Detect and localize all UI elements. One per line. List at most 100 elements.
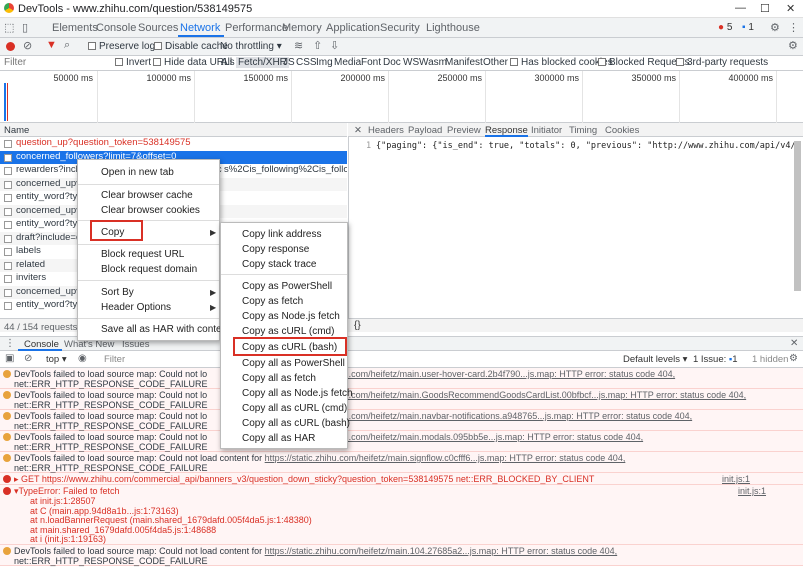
menu-copy-node-fetch[interactable]: Copy as Node.js fetch bbox=[242, 311, 340, 322]
pretty-print-button[interactable]: {} bbox=[354, 320, 361, 331]
menu-copy-all-powershell[interactable]: Copy all as PowerShell bbox=[242, 358, 345, 369]
tab-elements[interactable]: Elements bbox=[52, 22, 98, 34]
filter-icon[interactable]: ▼ bbox=[46, 39, 57, 51]
tab-lighthouse[interactable]: Lighthouse bbox=[426, 22, 480, 34]
tab-application[interactable]: Application bbox=[326, 22, 380, 34]
menu-header-options[interactable]: Header Options bbox=[101, 302, 171, 313]
wifi-icon[interactable]: ≋ bbox=[294, 39, 303, 52]
third-party-checkbox[interactable]: 3rd-party requests bbox=[676, 57, 768, 68]
more-options-icon[interactable]: ⋮ bbox=[788, 21, 799, 34]
tab-preview[interactable]: Preview bbox=[447, 125, 481, 136]
menu-copy-all-fetch[interactable]: Copy all as fetch bbox=[242, 373, 316, 384]
type-font[interactable]: Font bbox=[361, 57, 381, 68]
close-drawer-icon[interactable]: ✕ bbox=[790, 338, 798, 349]
menu-copy-fetch[interactable]: Copy as fetch bbox=[242, 296, 303, 307]
details-scrollbar[interactable] bbox=[794, 141, 801, 291]
context-select[interactable]: top ▾ bbox=[46, 354, 67, 365]
menu-copy-all-curl-cmd[interactable]: Copy all as cURL (cmd) bbox=[242, 403, 347, 414]
type-img[interactable]: Img bbox=[316, 57, 333, 68]
source-link[interactable]: init.js:1 bbox=[722, 474, 750, 484]
tab-response[interactable]: Response bbox=[485, 125, 528, 137]
tab-security[interactable]: Security bbox=[380, 22, 420, 34]
tab-memory[interactable]: Memory bbox=[282, 22, 322, 34]
eye-icon[interactable]: ◉ bbox=[78, 353, 87, 364]
type-fetch-xhr[interactable]: Fetch/XHR bbox=[236, 57, 289, 68]
menu-block-url[interactable]: Block request URL bbox=[101, 249, 184, 260]
source-link[interactable]: https://static.zhihu.com/heifetz/main.si… bbox=[265, 453, 626, 463]
type-doc[interactable]: Doc bbox=[383, 57, 401, 68]
stack-frame[interactable]: at C (main.app.94d8a1b...js:1:73163) bbox=[30, 506, 179, 516]
tab-performance[interactable]: Performance bbox=[225, 22, 288, 34]
response-body[interactable]: {"paging": {"is_end": true, "totals": 0,… bbox=[376, 141, 794, 151]
log-levels-select[interactable]: Default levels ▾ bbox=[623, 354, 687, 365]
menu-copy-curl-cmd[interactable]: Copy as cURL (cmd) bbox=[242, 326, 334, 337]
menu-open-new-tab[interactable]: Open in new tab bbox=[101, 167, 174, 178]
tab-timing[interactable]: Timing bbox=[569, 125, 597, 136]
gear-icon[interactable]: ⚙ bbox=[770, 21, 780, 34]
menu-copy-all-curl-bash[interactable]: Copy all as cURL (bash) bbox=[242, 418, 350, 429]
type-js[interactable]: JS bbox=[283, 57, 295, 68]
disable-cache-checkbox[interactable]: Disable cache bbox=[154, 41, 228, 52]
close-window-button[interactable]: ✕ bbox=[786, 2, 795, 15]
menu-clear-cookies[interactable]: Clear browser cookies bbox=[101, 205, 200, 216]
type-css[interactable]: CSS bbox=[296, 57, 317, 68]
tab-initiator[interactable]: Initiator bbox=[531, 125, 562, 136]
type-other[interactable]: Other bbox=[483, 57, 508, 68]
request-row[interactable]: question_up?question_token=538149575 bbox=[0, 137, 347, 151]
menu-block-domain[interactable]: Block request domain bbox=[101, 264, 197, 275]
source-link[interactable]: zhihu.com/heifetz/main.GoodsRecommendGoo… bbox=[327, 390, 746, 400]
tab-headers[interactable]: Headers bbox=[368, 125, 404, 136]
record-icon[interactable] bbox=[6, 42, 15, 51]
stack-frame[interactable]: at init.js:1:28507 bbox=[30, 496, 96, 506]
invert-checkbox[interactable]: Invert bbox=[115, 57, 151, 68]
clear-icon[interactable]: ⊘ bbox=[23, 39, 32, 52]
clear-console-icon[interactable]: ⊘ bbox=[24, 353, 32, 364]
upload-icon[interactable]: ⇧ bbox=[313, 39, 322, 52]
maximize-button[interactable]: ☐ bbox=[760, 2, 770, 15]
inspect-icon[interactable]: ⬚ bbox=[4, 21, 14, 34]
type-wasm[interactable]: Wasm bbox=[419, 57, 447, 68]
source-link[interactable]: https://static.zhihu.com/heifetz/main.10… bbox=[265, 546, 618, 556]
request-list-header[interactable]: Name bbox=[0, 123, 347, 137]
source-link[interactable]: init.js:1 bbox=[738, 486, 766, 496]
type-manifest[interactable]: Manifest bbox=[445, 57, 483, 68]
close-details-icon[interactable]: ✕ bbox=[354, 125, 362, 136]
throttle-select[interactable]: No throttling ▾ bbox=[220, 41, 282, 52]
type-all[interactable]: All bbox=[221, 57, 232, 68]
console-filter-input[interactable]: Filter bbox=[104, 354, 125, 365]
stack-frame[interactable]: at n.loadBannerRequest (main.shared_1679… bbox=[30, 515, 312, 525]
tab-console[interactable]: Console bbox=[96, 22, 136, 34]
search-icon[interactable]: ⌕ bbox=[64, 39, 70, 52]
tab-payload[interactable]: Payload bbox=[408, 125, 442, 136]
menu-clear-cache[interactable]: Clear browser cache bbox=[101, 190, 193, 201]
tab-cookies[interactable]: Cookies bbox=[605, 125, 639, 136]
stack-frame[interactable]: at i (init.js:1:19163) bbox=[30, 534, 106, 544]
menu-sort-by[interactable]: Sort By bbox=[101, 287, 134, 298]
source-link[interactable]: zhihu.com/heifetz/main.navbar-notificati… bbox=[327, 411, 692, 421]
issues-counter[interactable]: 1 Issue: ▪1 bbox=[693, 354, 738, 365]
column-name[interactable]: Name bbox=[4, 125, 29, 136]
tab-network[interactable]: Network bbox=[180, 22, 220, 34]
menu-copy-response[interactable]: Copy response bbox=[242, 244, 309, 255]
minimize-button[interactable]: — bbox=[735, 2, 746, 14]
preserve-log-checkbox[interactable]: Preserve log bbox=[88, 41, 155, 52]
stack-frame[interactable]: at main.shared_1679dafd.005f4da5.js:1:48… bbox=[30, 525, 216, 535]
message-badge[interactable]: ▪ 1 bbox=[742, 22, 754, 33]
type-ws[interactable]: WS bbox=[403, 57, 419, 68]
network-settings-icon[interactable]: ⚙ bbox=[788, 39, 798, 52]
menu-copy-powershell[interactable]: Copy as PowerShell bbox=[242, 281, 332, 292]
console-settings-icon[interactable]: ⚙ bbox=[789, 353, 798, 364]
menu-copy-all-node-fetch[interactable]: Copy all as Node.js fetch bbox=[242, 388, 353, 399]
type-media[interactable]: Media bbox=[334, 57, 361, 68]
device-toolbar-icon[interactable]: ▯ bbox=[22, 21, 28, 34]
download-icon[interactable]: ⇩ bbox=[330, 39, 339, 52]
menu-copy-stack[interactable]: Copy stack trace bbox=[242, 259, 316, 270]
error-badge[interactable]: ● 5 bbox=[718, 22, 732, 33]
drawer-menu-icon[interactable]: ⋮ bbox=[5, 338, 15, 349]
tab-sources[interactable]: Sources bbox=[138, 22, 178, 34]
source-link[interactable]: zhihu.com/heifetz/main.user-hover-card.2… bbox=[327, 369, 675, 379]
timeline-overview[interactable]: 50000 ms 100000 ms 150000 ms 200000 ms 2… bbox=[0, 71, 803, 123]
menu-copy-link[interactable]: Copy link address bbox=[242, 229, 321, 240]
menu-save-har[interactable]: Save all as HAR with content bbox=[101, 324, 230, 335]
sidebar-toggle-icon[interactable]: ▣ bbox=[5, 353, 14, 364]
